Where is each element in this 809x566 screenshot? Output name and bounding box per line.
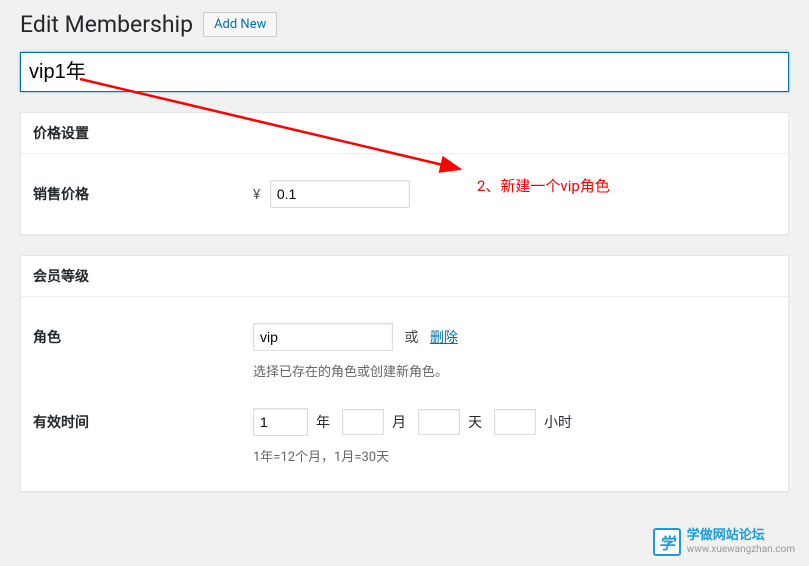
watermark-icon: 学 [653,528,681,556]
add-new-button[interactable]: Add New [203,12,277,37]
or-text: 或 [404,327,418,347]
year-input[interactable] [253,408,308,436]
member-level-box: 会员等级 角色 或 删除 选择已存在的角色或创建新角色。 有效时间 [20,255,789,492]
hour-unit: 小时 [544,412,572,432]
month-input[interactable] [342,409,384,435]
year-unit: 年 [316,412,330,432]
watermark: 学 学做网站论坛 www.xuewangzhan.com [653,528,795,556]
watermark-url: www.xuewangzhan.com [687,544,795,555]
member-level-heading: 会员等级 [21,256,788,297]
delete-link[interactable]: 删除 [430,330,458,346]
membership-title-input[interactable] [20,52,789,92]
price-settings-box: 价格设置 销售价格 ¥ [20,112,789,235]
role-description: 选择已存在的角色或创建新角色。 [253,361,776,380]
duration-description: 1年=12个月，1月=30天 [253,446,776,465]
sale-price-input[interactable] [270,180,410,208]
month-unit: 月 [392,412,406,432]
currency-symbol: ¥ [253,187,260,203]
role-label: 角色 [33,309,253,394]
role-input[interactable] [253,323,393,351]
hour-input[interactable] [494,409,536,435]
price-settings-heading: 价格设置 [21,113,788,154]
day-unit: 天 [468,412,482,432]
watermark-title: 学做网站论坛 [687,529,795,543]
day-input[interactable] [418,409,460,435]
page-title: Edit Membership [20,10,193,40]
duration-label: 有效时间 [33,394,253,479]
sale-price-label: 销售价格 [33,166,253,222]
